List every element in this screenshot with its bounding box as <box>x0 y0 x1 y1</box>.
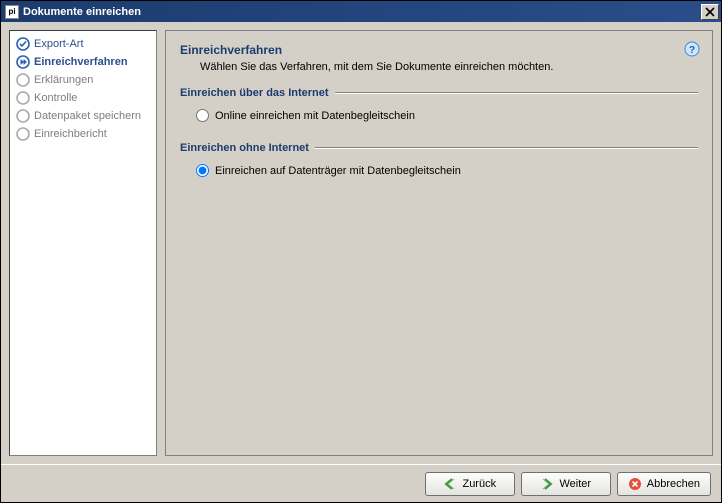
back-button[interactable]: Zurück <box>425 472 515 496</box>
pending-step-icon <box>16 109 30 123</box>
fieldset-internet-legend: Einreichen über das Internet <box>180 87 329 99</box>
current-step-icon <box>16 55 30 69</box>
fieldset-offline: Einreichen ohne Internet Einreichen auf … <box>180 142 698 183</box>
page-title: Einreichverfahren <box>180 43 698 57</box>
next-button[interactable]: Weiter <box>521 472 611 496</box>
sidebar-item-einreichbericht[interactable]: Einreichbericht <box>16 125 150 143</box>
titlebar: pi Dokumente einreichen <box>1 1 721 22</box>
divider <box>335 92 698 94</box>
divider <box>315 147 698 149</box>
next-button-label: Weiter <box>559 478 591 490</box>
button-bar: Zurück Weiter Abbrechen <box>1 464 721 502</box>
fieldset-internet: Einreichen über das Internet Online einr… <box>180 87 698 128</box>
sidebar-item-kontrolle[interactable]: Kontrolle <box>16 89 150 107</box>
fieldset-offline-legend: Einreichen ohne Internet <box>180 142 309 154</box>
page-description: Wählen Sie das Verfahren, mit dem Sie Do… <box>200 61 698 73</box>
cancel-button-label: Abbrechen <box>647 478 700 490</box>
app-icon: pi <box>5 5 19 19</box>
back-button-label: Zurück <box>462 478 496 490</box>
radio-datentraeger-input[interactable] <box>196 164 209 177</box>
main-panel: ? Einreichverfahren Wählen Sie das Verfa… <box>165 30 713 456</box>
radio-datentraeger-label: Einreichen auf Datenträger mit Datenbegl… <box>215 165 461 177</box>
pending-step-icon <box>16 73 30 87</box>
sidebar-item-export-art[interactable]: Export-Art <box>16 35 150 53</box>
dialog-body: Export-Art Einreichverfahren Erklärungen <box>1 22 721 464</box>
close-icon <box>705 7 715 17</box>
sidebar-item-label: Einreichbericht <box>34 128 107 140</box>
pending-step-icon <box>16 127 30 141</box>
sidebar-item-datenpaket[interactable]: Datenpaket speichern <box>16 107 150 125</box>
cancel-button[interactable]: Abbrechen <box>617 472 711 496</box>
sidebar-item-label: Einreichverfahren <box>34 56 128 68</box>
arrow-left-icon <box>443 477 457 491</box>
sidebar-item-label: Kontrolle <box>34 92 77 104</box>
sidebar-item-label: Export-Art <box>34 38 84 50</box>
sidebar-item-erklaerungen[interactable]: Erklärungen <box>16 71 150 89</box>
svg-text:?: ? <box>689 45 695 56</box>
wizard-sidebar: Export-Art Einreichverfahren Erklärungen <box>9 30 157 456</box>
radio-datentraeger[interactable]: Einreichen auf Datenträger mit Datenbegl… <box>196 162 694 179</box>
check-circle-icon <box>16 37 30 51</box>
sidebar-item-einreichverfahren[interactable]: Einreichverfahren <box>16 53 150 71</box>
close-button[interactable] <box>701 4 719 20</box>
sidebar-item-label: Datenpaket speichern <box>34 110 141 122</box>
arrow-right-icon <box>540 477 554 491</box>
pending-step-icon <box>16 91 30 105</box>
cancel-icon <box>628 477 642 491</box>
radio-online-label: Online einreichen mit Datenbegleitschein <box>215 110 415 122</box>
window-title: Dokumente einreichen <box>23 6 701 18</box>
dialog-window: pi Dokumente einreichen Export-Art <box>0 0 722 503</box>
radio-online-input[interactable] <box>196 109 209 122</box>
help-icon[interactable]: ? <box>684 41 700 57</box>
sidebar-item-label: Erklärungen <box>34 74 93 86</box>
radio-online[interactable]: Online einreichen mit Datenbegleitschein <box>196 107 694 124</box>
